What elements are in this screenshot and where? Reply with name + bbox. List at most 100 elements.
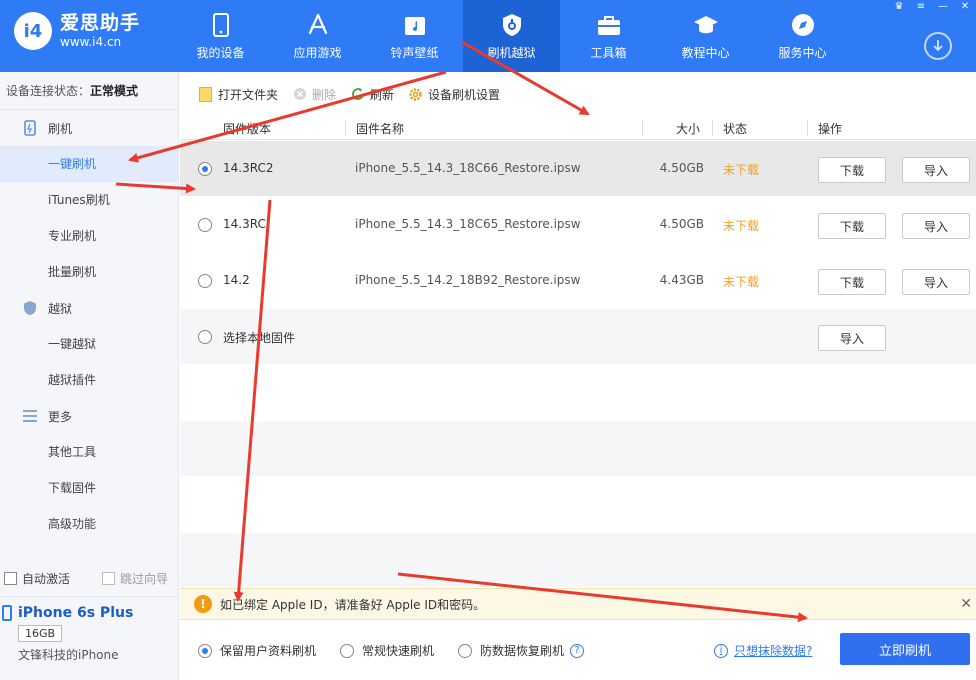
import-button[interactable]: 导入 <box>902 269 970 295</box>
col-status: 状态 <box>723 122 748 136</box>
col-version: 固件版本 <box>223 122 272 136</box>
app-name: 爱思助手 <box>60 12 141 34</box>
jailbreak-icon <box>22 300 38 316</box>
app-store-icon <box>305 12 331 38</box>
download-button[interactable]: 下载 <box>818 157 886 183</box>
option-keep-data[interactable]: 保留用户资料刷机 <box>198 642 316 659</box>
delete-icon <box>292 87 307 102</box>
sidebar-item-pro-flash[interactable]: 专业刷机 <box>0 218 178 254</box>
nav-ringtones[interactable]: 铃声壁纸 <box>366 0 463 72</box>
status-badge: 未下载 <box>723 163 760 177</box>
firmware-radio[interactable] <box>198 162 212 176</box>
refresh-button[interactable]: 刷新 <box>350 86 394 103</box>
phone-icon <box>2 605 12 621</box>
firmware-list: 14.3RC2 iPhone_5.5_14.3_18C66_Restore.ip… <box>180 141 976 588</box>
quick-flash-radio[interactable] <box>340 643 354 658</box>
main-panel: 打开文件夹 删除 刷新 设备刷机设置 固件版本 固件名称 大小 状态 操作 14… <box>180 72 976 680</box>
empty-row <box>180 477 976 533</box>
sidebar-group-flash[interactable]: 刷机 <box>0 110 178 146</box>
import-button[interactable]: 导入 <box>902 157 970 183</box>
empty-row <box>180 533 976 588</box>
delete-button[interactable]: 删除 <box>292 86 336 103</box>
import-local-button[interactable]: 导入 <box>818 325 886 351</box>
top-header: i4 爱思助手 www.i4.cn 我的设备 应用游戏 铃声壁纸 刷机越狱 工具… <box>0 0 976 72</box>
storage-badge: 16GB <box>18 625 63 642</box>
refresh-icon <box>350 87 365 102</box>
close-icon[interactable]: ✕ <box>960 596 972 612</box>
nav-my-device[interactable]: 我的设备 <box>172 0 269 72</box>
empty-row <box>180 421 976 477</box>
flash-options: 保留用户资料刷机 常规快速刷机 防数据恢复刷机 ? i 只想抹除数据? 立即刷机 <box>180 620 976 680</box>
main-nav: 我的设备 应用游戏 铃声壁纸 刷机越狱 工具箱 教程中心 服务中心 <box>172 0 851 72</box>
auto-activate-checkbox[interactable] <box>4 571 17 585</box>
logo-badge: i4 <box>14 12 52 50</box>
download-button[interactable]: 下载 <box>818 213 886 239</box>
empty-row <box>180 365 976 421</box>
device-info: iPhone 6s Plus 16GB 文锋科技的iPhone <box>0 596 179 680</box>
table-header: 固件版本 固件名称 大小 状态 操作 <box>180 116 976 140</box>
toolbar: 打开文件夹 删除 刷新 设备刷机设置 <box>180 72 976 116</box>
nav-service[interactable]: 服务中心 <box>754 0 851 72</box>
nav-apps-games[interactable]: 应用游戏 <box>269 0 366 72</box>
nav-flash-jailbreak[interactable]: 刷机越狱 <box>463 0 560 72</box>
firmware-radio[interactable] <box>198 274 212 288</box>
graduation-icon <box>693 12 719 38</box>
sidebar-item-itunes-flash[interactable]: iTunes刷机 <box>0 182 178 218</box>
sidebar-item-download-firmware[interactable]: 下载固件 <box>0 470 178 506</box>
connection-status: 设备连接状态：正常模式 <box>0 72 178 110</box>
status-badge: 未下载 <box>723 219 760 233</box>
help-icon[interactable]: ? <box>570 643 585 658</box>
menu-icon <box>22 408 38 424</box>
info-icon: i <box>714 643 728 658</box>
shield-icon <box>499 12 525 38</box>
download-manager-icon[interactable] <box>924 32 952 60</box>
status-badge: 未下载 <box>723 275 760 289</box>
sidebar-item-batch-flash[interactable]: 批量刷机 <box>0 254 178 290</box>
warning-icon: ! <box>194 595 212 613</box>
option-quick-flash[interactable]: 常规快速刷机 <box>340 642 434 659</box>
table-row[interactable]: 14.2 iPhone_5.5_14.2_18B92_Restore.ipsw … <box>180 253 976 309</box>
download-button[interactable]: 下载 <box>818 269 886 295</box>
sidebar-group-jailbreak[interactable]: 越狱 <box>0 290 178 326</box>
import-button[interactable]: 导入 <box>902 213 970 239</box>
minimize-icon[interactable]: — <box>932 0 954 12</box>
window-controls: ♛ ≡ — ✕ <box>888 0 976 12</box>
compass-icon <box>790 12 816 38</box>
sidebar-item-advanced[interactable]: 高级功能 <box>0 506 178 542</box>
nav-tutorials[interactable]: 教程中心 <box>657 0 754 72</box>
open-folder-button[interactable]: 打开文件夹 <box>198 86 278 103</box>
option-anti-recovery[interactable]: 防数据恢复刷机 ? <box>458 642 585 659</box>
close-icon[interactable]: ✕ <box>954 0 976 12</box>
flash-phone-icon <box>22 120 38 136</box>
skin-icon[interactable]: ♛ <box>888 0 910 12</box>
keep-data-radio[interactable] <box>198 643 212 658</box>
sidebar: 设备连接状态：正常模式 刷机 一键刷机 iTunes刷机 专业刷机 批量刷机 越… <box>0 72 179 680</box>
anti-recovery-radio[interactable] <box>458 643 472 658</box>
app-url: www.i4.cn <box>60 35 122 49</box>
device-name: iPhone 6s Plus <box>2 605 179 621</box>
apple-id-notice: ! 如已绑定 Apple ID，请准备好 Apple ID和密码。 ✕ <box>180 588 976 620</box>
erase-data-link[interactable]: i 只想抹除数据? <box>714 642 812 659</box>
col-name: 固件名称 <box>356 122 405 136</box>
nav-toolbox[interactable]: 工具箱 <box>560 0 657 72</box>
sidebar-item-jailbreak-plugins[interactable]: 越狱插件 <box>0 362 178 398</box>
phone-icon <box>208 12 234 38</box>
flash-settings-button[interactable]: 设备刷机设置 <box>408 86 500 103</box>
local-firmware-radio[interactable] <box>198 330 212 344</box>
table-row[interactable]: 14.3RC2 iPhone_5.5_14.3_18C66_Restore.ip… <box>180 141 976 197</box>
sidebar-item-one-click-flash[interactable]: 一键刷机 <box>0 146 178 182</box>
skip-guide-checkbox[interactable] <box>102 571 116 585</box>
flash-now-button[interactable]: 立即刷机 <box>840 633 970 665</box>
app-logo: i4 爱思助手 www.i4.cn <box>14 12 140 50</box>
table-row[interactable]: 14.3RC iPhone_5.5_14.3_18C65_Restore.ips… <box>180 197 976 253</box>
skip-guide-option: 跳过向导 <box>102 570 168 587</box>
menu-icon[interactable]: ≡ <box>910 0 932 12</box>
firmware-radio[interactable] <box>198 218 212 232</box>
sidebar-item-one-click-jailbreak[interactable]: 一键越狱 <box>0 326 178 362</box>
sidebar-group-more[interactable]: 更多 <box>0 398 178 434</box>
folder-icon <box>198 86 213 102</box>
sidebar-item-other-tools[interactable]: 其他工具 <box>0 434 178 470</box>
toolbox-icon <box>596 12 622 38</box>
music-icon <box>402 12 428 38</box>
table-row-local[interactable]: 选择本地固件 导入 <box>180 309 976 365</box>
